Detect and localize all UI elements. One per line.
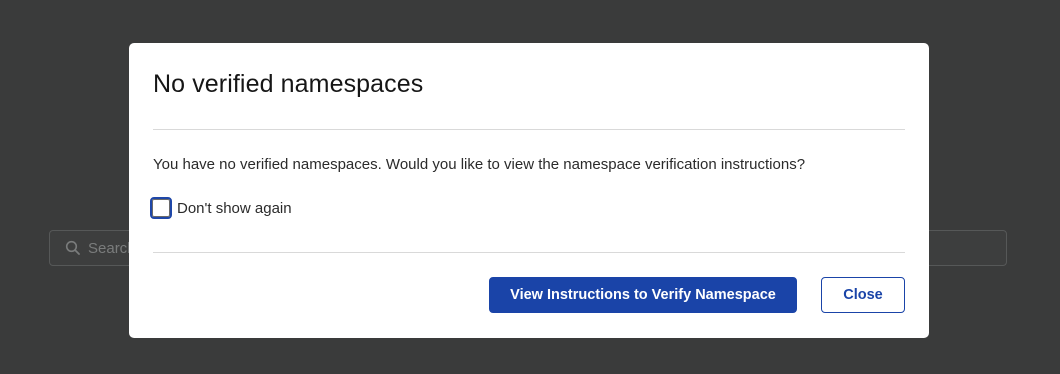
modal-title: No verified namespaces [153, 70, 424, 98]
search-icon [65, 240, 81, 256]
close-button[interactable]: Close [821, 277, 905, 313]
modal-footer-divider [153, 252, 905, 253]
modal-header-divider [153, 129, 905, 130]
modal-message: You have no verified namespaces. Would y… [153, 156, 806, 173]
view-instructions-button[interactable]: View Instructions to Verify Namespace [489, 277, 797, 313]
dont-show-again-row[interactable]: Don't show again [150, 197, 292, 219]
dont-show-again-label: Don't show again [177, 199, 292, 217]
dont-show-again-checkbox[interactable] [150, 197, 172, 219]
modal-dialog: No verified namespaces You have no verif… [129, 43, 929, 338]
